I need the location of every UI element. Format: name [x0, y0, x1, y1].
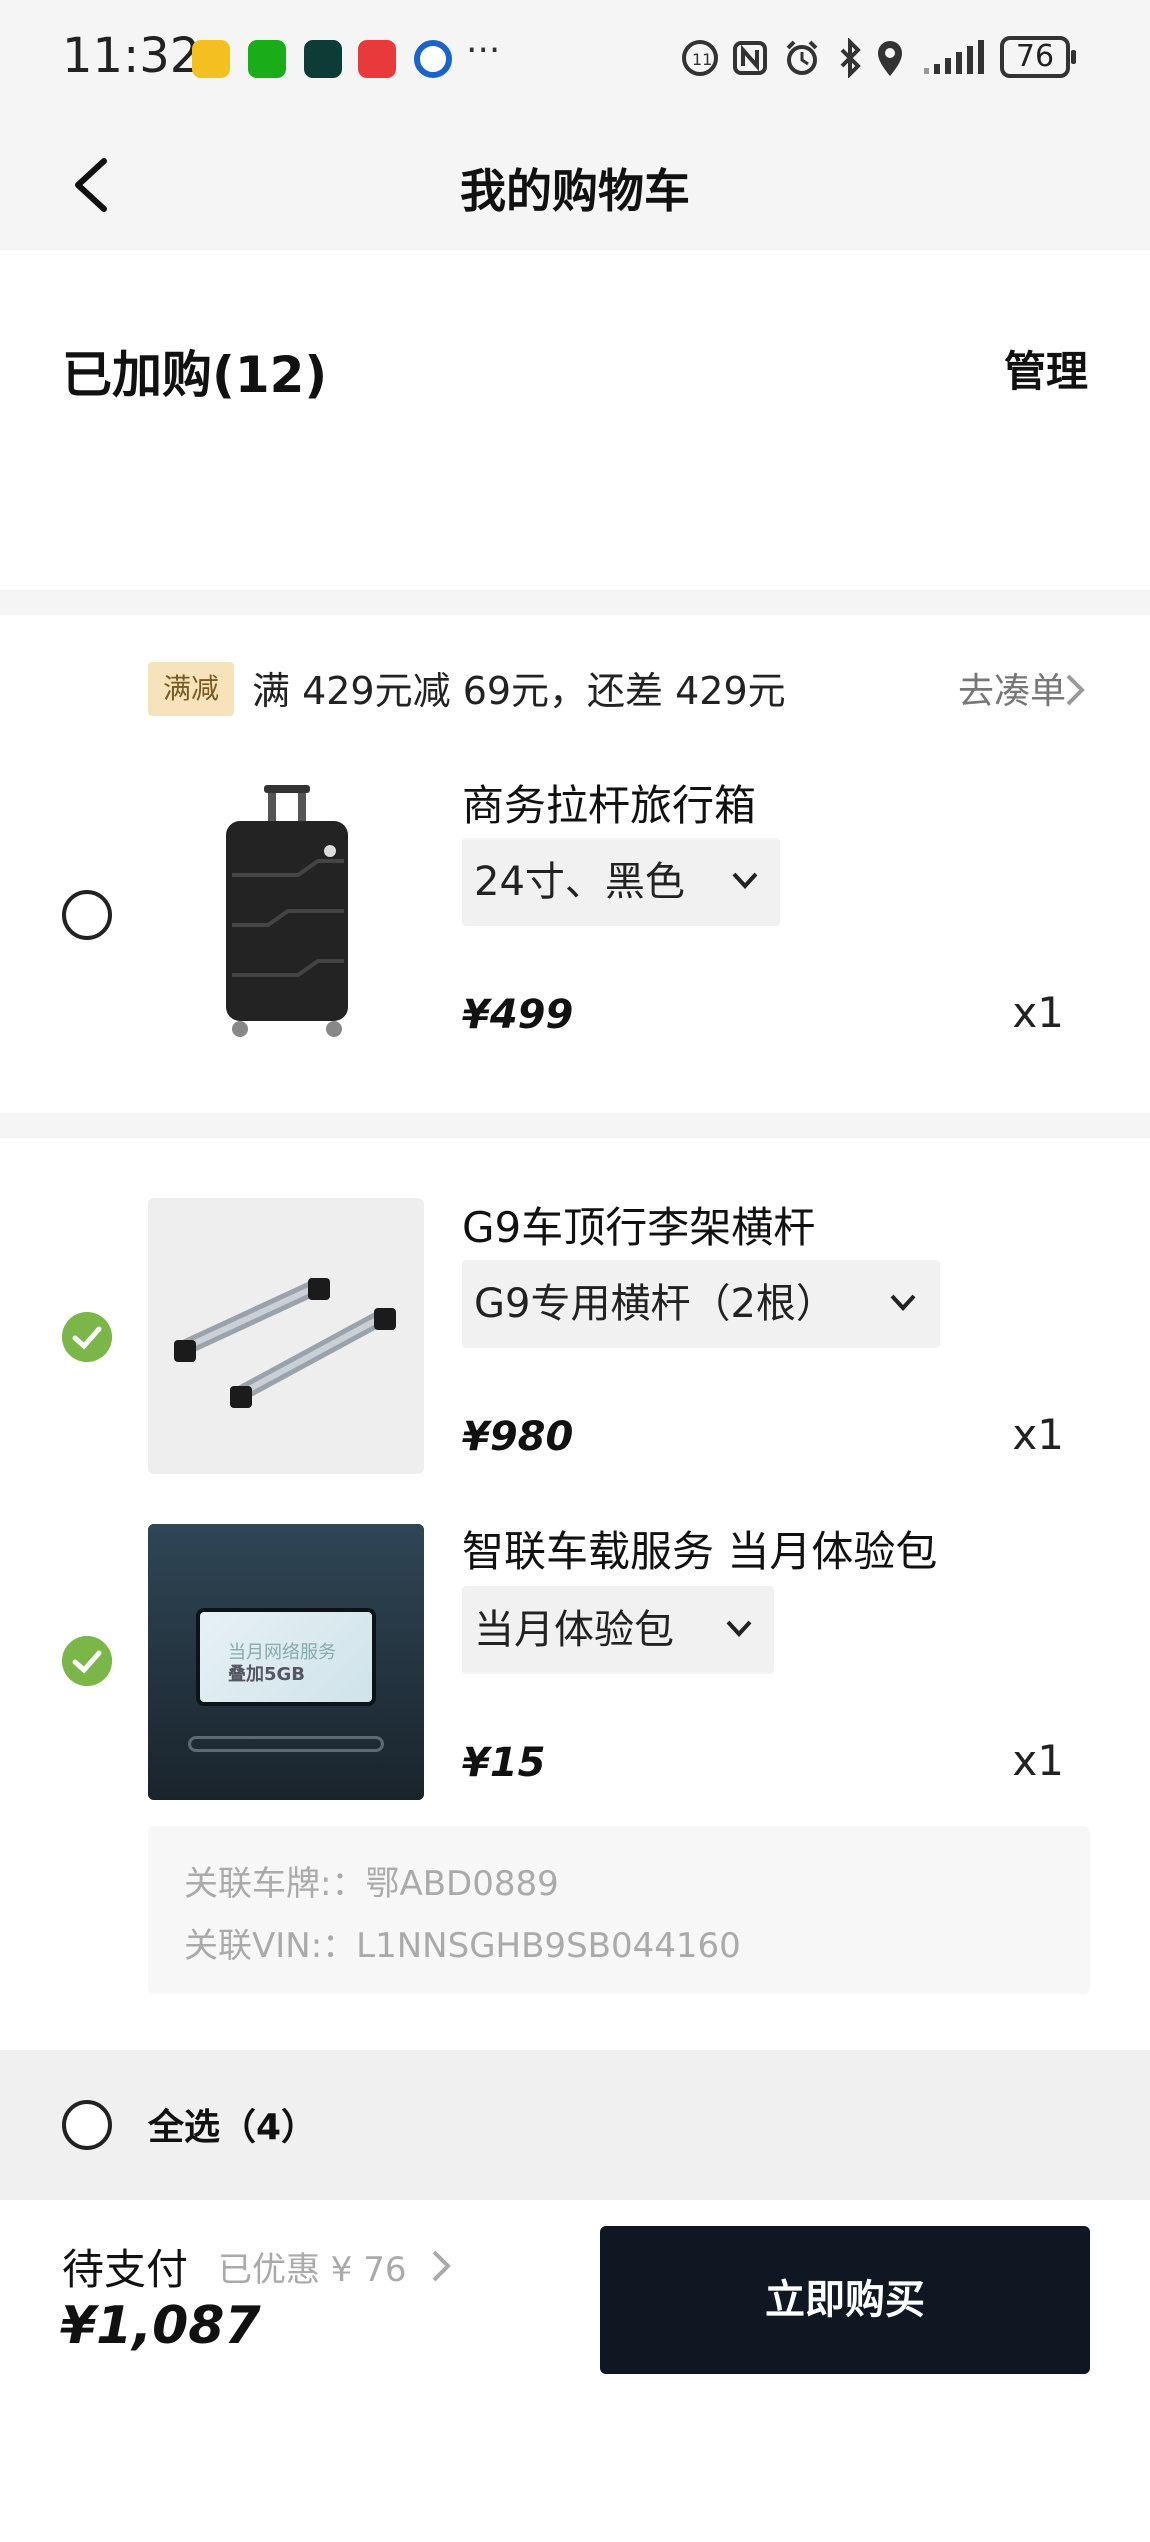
vin-number: 关联VIN:：L1NNSGHB9SB044160	[184, 1926, 741, 1966]
spec-label: 当月体验包	[474, 1607, 674, 1653]
add-more-link[interactable]: 去凑单	[958, 662, 1066, 714]
cart-header: 已加购(12) 管理	[0, 250, 1150, 590]
signal-icon	[924, 40, 984, 74]
spec-label: 24寸、黑色	[474, 859, 685, 905]
hd-icon: 11	[682, 40, 718, 76]
weibo-icon	[192, 40, 230, 78]
cart-count: 已加购(12)	[62, 346, 328, 404]
image-caption-line2: 叠加5GB	[228, 1664, 306, 1685]
promo-tag: 满减	[148, 662, 234, 716]
select-all-bar: 全选（4）	[0, 2050, 1150, 2200]
vehicle-binding-info: 关联车牌:：鄂ABD0889 关联VIN:：L1NNSGHB9SB044160	[148, 1826, 1090, 1994]
app-red-icon	[358, 40, 396, 78]
plate-number: 关联车牌:：鄂ABD0889	[184, 1864, 559, 1904]
more-notifications: ···	[466, 30, 501, 71]
item-checked-icon[interactable]	[62, 1312, 112, 1362]
chevron-right-icon[interactable]	[1064, 672, 1088, 708]
discount-detail[interactable]: 已优惠 ¥ 76	[218, 2242, 407, 2291]
nav-bar: 我的购物车	[0, 115, 1150, 250]
status-time: 11:32	[62, 28, 201, 84]
item-checked-icon[interactable]	[62, 1636, 112, 1686]
item-checkbox[interactable]	[62, 890, 112, 940]
wechat-icon	[248, 40, 286, 78]
product-image-luggage[interactable]	[148, 775, 424, 1051]
app-icon	[304, 40, 342, 78]
chevron-down-icon	[732, 872, 758, 889]
bluetooth-icon	[840, 38, 861, 78]
pay-label: 待支付	[62, 2245, 189, 2294]
product-image-roof-bars[interactable]	[148, 1198, 424, 1474]
item-price: ¥499	[462, 992, 574, 1038]
alarm-icon	[786, 40, 818, 75]
product-image-data-package[interactable]: 当月网络服务 叠加5GB	[148, 1524, 424, 1800]
item-quantity[interactable]: x1	[1012, 1410, 1064, 1459]
spec-selector[interactable]: 24寸、黑色	[462, 838, 780, 926]
page-title: 我的购物车	[460, 164, 690, 218]
product-name[interactable]: 商务拉杆旅行箱	[462, 772, 756, 833]
chevron-down-icon	[726, 1620, 752, 1637]
status-bar: 11:32 ··· 11 76	[0, 0, 1150, 115]
battery-icon: 76	[1000, 36, 1076, 78]
spec-selector[interactable]: 当月体验包	[462, 1586, 774, 1674]
promo-text: 满 429元减 69元，还差 429元	[252, 669, 786, 713]
buy-now-button[interactable]: 立即购买	[600, 2226, 1090, 2374]
chevron-right-icon[interactable]	[430, 2248, 454, 2284]
checkout-bar: 待支付 已优惠 ¥ 76 ¥1,087 立即购买	[0, 2200, 1150, 2542]
product-name[interactable]: 智联车载服务 当月体验包	[462, 1518, 937, 1579]
spec-selector[interactable]: G9专用横杆（2根）	[462, 1260, 940, 1348]
manage-button[interactable]: 管理	[1004, 338, 1088, 399]
location-icon	[878, 41, 902, 76]
chevron-down-icon	[890, 1294, 916, 1311]
item-price: ¥15	[462, 1740, 546, 1786]
item-quantity[interactable]: x1	[1012, 988, 1064, 1037]
item-price: ¥980	[462, 1414, 574, 1460]
item-quantity[interactable]: x1	[1012, 1736, 1064, 1785]
total-amount: ¥1,087	[60, 2296, 261, 2356]
select-all-label[interactable]: 全选（4）	[148, 2098, 317, 2150]
select-all-checkbox[interactable]	[62, 2100, 112, 2150]
product-name[interactable]: G9车顶行李架横杆	[462, 1194, 815, 1255]
svg-text:11: 11	[692, 50, 712, 69]
nfc-icon	[733, 41, 767, 75]
spec-label: G9专用横杆（2根）	[474, 1281, 836, 1327]
app-blue-icon	[414, 40, 452, 78]
